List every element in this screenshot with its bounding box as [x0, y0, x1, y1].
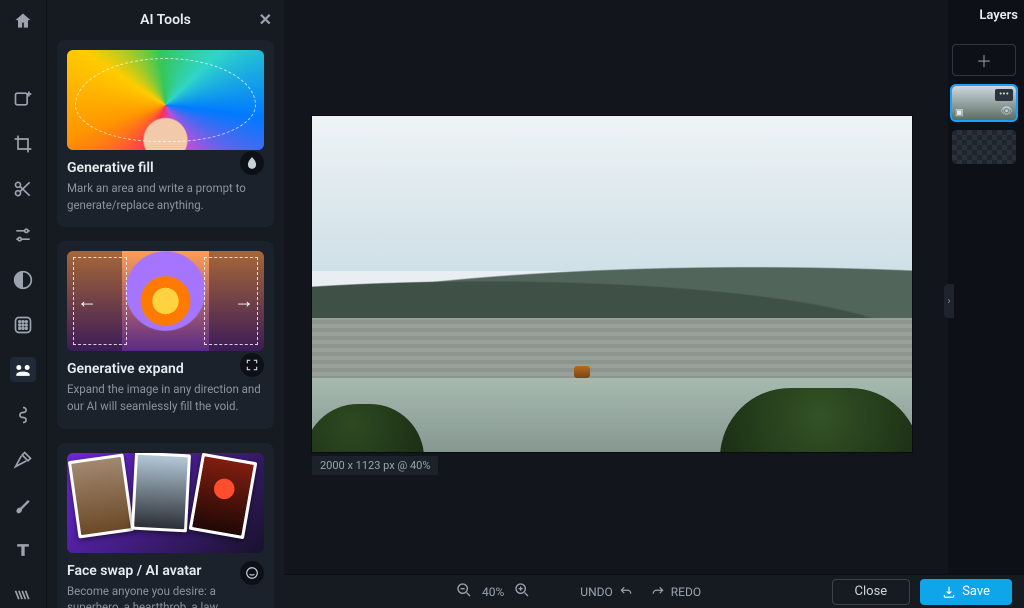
card-desc: Mark an area and write a prompt to gener… — [67, 180, 264, 213]
arrow-left-icon: ← — [77, 289, 97, 314]
text-icon[interactable] — [10, 538, 36, 563]
canvas-dimensions: 2000 x 1123 px @ 40% — [312, 456, 438, 475]
contrast-icon[interactable] — [10, 267, 36, 292]
zoom-in-icon[interactable] — [514, 582, 530, 601]
filter-grid-icon[interactable] — [10, 312, 36, 337]
layer-badge-icon: ▣ — [955, 108, 964, 118]
card-face-swap[interactable]: Face swap / AI avatar Become anyone you … — [57, 443, 274, 608]
layers-tab[interactable]: Layers — [979, 8, 1018, 23]
layer-options-icon[interactable]: ••• — [995, 89, 1013, 101]
liquify-icon[interactable] — [10, 402, 36, 427]
workspace: 2000 x 1123 px @ 40% — [284, 0, 948, 574]
element-icon[interactable] — [10, 583, 36, 608]
close-button[interactable]: Close — [832, 579, 911, 605]
left-toolbar — [0, 0, 46, 608]
card-generative-expand[interactable]: ← → Generative expand Expand the image i… — [57, 241, 274, 428]
expand-icon — [240, 353, 264, 377]
ai-tools-icon[interactable] — [10, 357, 36, 382]
thumb-generative-fill — [67, 50, 264, 150]
card-generative-fill[interactable]: Generative fill Mark an area and write a… — [57, 40, 274, 227]
card-title: Generative fill — [67, 160, 264, 176]
canvas-image[interactable] — [312, 116, 912, 452]
cut-icon[interactable] — [10, 177, 36, 202]
retouch-icon[interactable] — [10, 448, 36, 473]
add-layer-button[interactable]: ＋ — [952, 44, 1016, 76]
arrow-right-icon: → — [234, 289, 254, 314]
layer-thumbnail-empty[interactable] — [952, 130, 1016, 164]
card-title: Generative expand — [67, 361, 264, 377]
layers-panel: ＋ ••• 👁 ▣ — [952, 44, 1016, 164]
add-image-icon[interactable] — [10, 87, 36, 112]
panel-header: AI Tools ✕ — [47, 0, 284, 40]
zoom-out-icon[interactable] — [456, 582, 472, 601]
draw-icon[interactable] — [10, 493, 36, 518]
crop-icon[interactable] — [10, 132, 36, 157]
panel-expand-handle[interactable]: › — [944, 284, 954, 318]
home-icon[interactable] — [10, 8, 36, 33]
card-title: Face swap / AI avatar — [67, 563, 264, 579]
close-panel-icon[interactable]: ✕ — [259, 10, 272, 29]
redo-button[interactable]: REDO — [651, 585, 701, 599]
adjust-icon[interactable] — [10, 222, 36, 247]
card-desc: Become anyone you desire: a superhero, a… — [67, 583, 264, 608]
zoom-value: 40% — [482, 585, 504, 599]
layer-thumbnail-1[interactable]: ••• 👁 ▣ — [952, 86, 1016, 120]
undo-button[interactable]: UNDO — [580, 585, 632, 599]
visibility-icon[interactable]: 👁 — [1000, 106, 1013, 117]
bottom-bar: 40% UNDO REDO Close Save — [284, 574, 1024, 608]
thumb-face-swap — [67, 453, 264, 553]
save-button[interactable]: Save — [920, 579, 1012, 605]
ai-tools-panel: AI Tools ✕ Generative fill Mark an area … — [46, 0, 284, 608]
card-desc: Expand the image in any direction and ou… — [67, 381, 264, 414]
thumb-generative-expand: ← → — [67, 251, 264, 351]
panel-title: AI Tools — [140, 12, 191, 28]
